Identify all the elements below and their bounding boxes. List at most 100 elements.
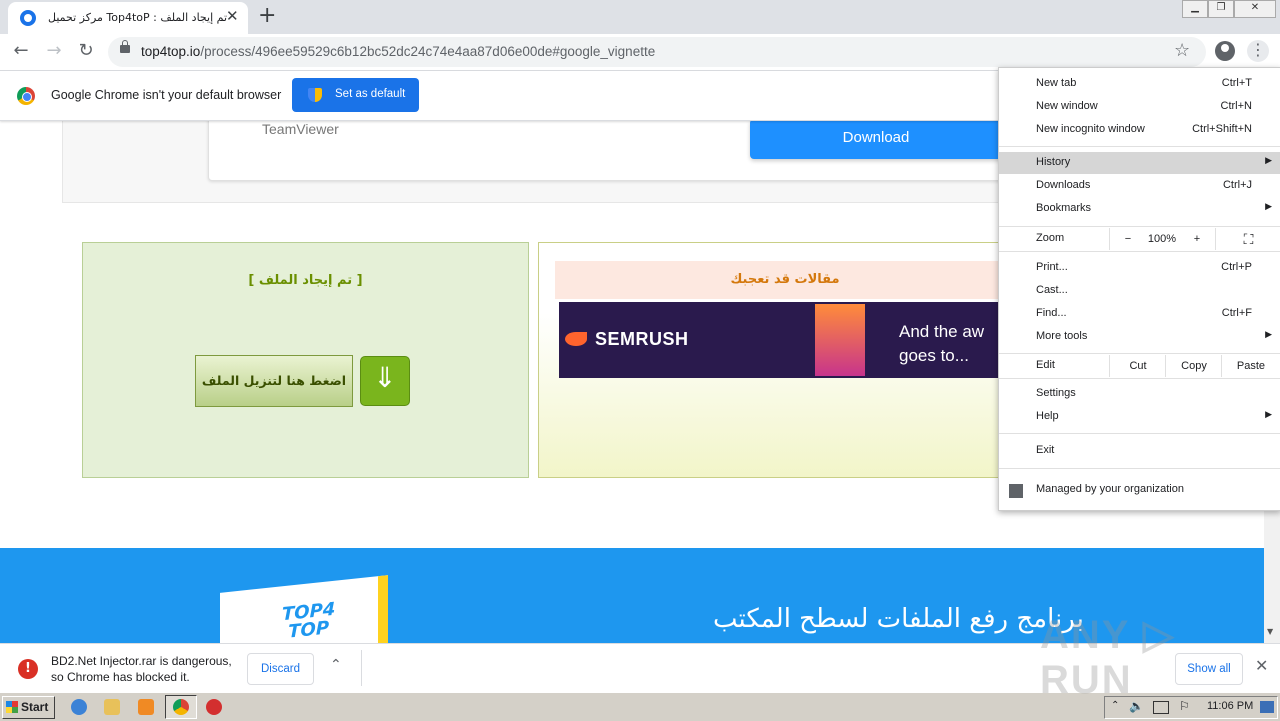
menu-new-tab[interactable]: New tab Ctrl+T	[999, 73, 1280, 95]
copy-button[interactable]: Copy	[1165, 355, 1222, 377]
start-label: Start	[21, 700, 49, 714]
browser-toolbar: ← → ↻ top4top.io/process/496ee59529c6b12…	[0, 34, 1280, 71]
submenu-arrow-icon: ▶	[1265, 201, 1272, 211]
file-found-panel: [ تم إيجاد الملف ] اضغط هنا لتنزيل الملف	[82, 242, 529, 478]
menu-settings-label: Settings	[1036, 387, 1076, 399]
menu-settings[interactable]: Settings	[999, 383, 1280, 405]
menu-help[interactable]: Help ▶	[999, 406, 1280, 428]
menu-history[interactable]: History ▶	[999, 152, 1280, 174]
award-box-image	[815, 304, 865, 376]
tab-title: مركز تحميل Top4toP : تم إيجاد الملف	[48, 11, 228, 24]
menu-separator	[999, 226, 1280, 227]
file-found-title: [ تم إيجاد الملف ]	[248, 273, 363, 288]
url-text: top4top.io/process/496ee59529c6b12bc52dc…	[141, 44, 655, 59]
menu-managed[interactable]: Managed by your organization	[999, 479, 1280, 501]
menu-managed-label: Managed by your organization	[1036, 483, 1184, 495]
paste-button[interactable]: Paste	[1221, 355, 1280, 377]
menu-cast[interactable]: Cast...	[999, 280, 1280, 302]
forward-button[interactable]: →	[42, 40, 66, 61]
menu-new-incognito-shortcut: Ctrl+Shift+N	[1192, 123, 1252, 135]
click-to-download-button[interactable]: اضغط هنا لتنزيل الملف	[195, 355, 353, 407]
menu-new-incognito-label: New incognito window	[1036, 123, 1145, 135]
tab-active[interactable]: مركز تحميل Top4toP : تم إيجاد الملف ✕	[8, 2, 248, 34]
infobar-message: Google Chrome isn't your default browser	[51, 88, 282, 102]
folder-icon[interactable]	[104, 699, 120, 715]
set-as-default-button[interactable]: Set as default	[292, 78, 419, 112]
download-button[interactable]: Download	[750, 121, 1002, 159]
cut-button[interactable]: Cut	[1109, 355, 1166, 377]
minimize-button[interactable]: ▁	[1182, 0, 1208, 18]
close-window-button[interactable]: ✕	[1234, 0, 1276, 18]
zoom-in-button[interactable]: +	[1179, 228, 1215, 250]
menu-print[interactable]: Print... Ctrl+P	[999, 257, 1280, 279]
menu-new-incognito[interactable]: New incognito window Ctrl+Shift+N	[999, 119, 1280, 141]
articles-title: مقالات قد تعجبك	[555, 261, 1015, 299]
semrush-ad-banner[interactable]: SEMRUSH And the aw goes to...	[559, 302, 1009, 378]
menu-separator	[999, 468, 1280, 469]
chevron-up-icon[interactable]: ⌃	[330, 657, 342, 673]
menu-new-window-shortcut: Ctrl+N	[1220, 100, 1252, 112]
zoom-out-button[interactable]: −	[1109, 228, 1146, 250]
internet-explorer-icon[interactable]	[71, 699, 87, 715]
menu-bookmarks[interactable]: Bookmarks ▶	[999, 198, 1280, 220]
menu-exit-label: Exit	[1036, 444, 1055, 456]
discard-button[interactable]: Discard	[247, 653, 314, 685]
windows-logo-icon	[6, 701, 18, 713]
bookmark-star-icon[interactable]: ☆	[1174, 40, 1190, 61]
address-bar[interactable]: top4top.io/process/496ee59529c6b12bc52dc…	[108, 37, 1206, 67]
articles-panel: مقالات قد تعجبك SEMRUSH And the aw goes …	[538, 242, 1015, 478]
menu-find-label: Find...	[1036, 307, 1067, 319]
chrome-taskbar-button[interactable]	[165, 695, 197, 719]
menu-separator	[999, 353, 1280, 354]
lock-icon[interactable]	[120, 40, 130, 53]
menu-new-window[interactable]: New window Ctrl+N	[999, 96, 1280, 118]
tab-close-icon[interactable]: ✕	[226, 7, 239, 25]
desktop-app-title: برنامج رفع الملفات لسطح المكتب	[713, 604, 1084, 634]
tab-strip: مركز تحميل Top4toP : تم إيجاد الملف ✕ + …	[0, 0, 1280, 34]
back-button[interactable]: ←	[9, 40, 33, 61]
menu-new-tab-label: New tab	[1036, 77, 1077, 89]
profile-icon[interactable]	[1215, 41, 1235, 61]
ad-line-2: goes to...	[899, 346, 969, 365]
menu-more-tools[interactable]: More tools ▶	[999, 326, 1280, 348]
menu-exit[interactable]: Exit	[999, 440, 1280, 462]
menu-separator	[999, 146, 1280, 147]
start-button[interactable]: Start	[2, 696, 55, 719]
menu-zoom: Zoom − 100% + ⛶	[999, 228, 1280, 250]
restore-button[interactable]: ❐	[1208, 0, 1234, 18]
danger-icon: !	[18, 659, 38, 679]
download-arrow-icon[interactable]	[360, 356, 410, 406]
logo-line-2: TOP	[288, 617, 330, 643]
menu-separator	[999, 251, 1280, 252]
submenu-arrow-icon: ▶	[1265, 155, 1272, 165]
chrome-menu-icon[interactable]: ⋮	[1247, 40, 1269, 62]
media-player-icon[interactable]	[138, 699, 154, 715]
menu-history-label: History	[1036, 156, 1071, 168]
teamviewer-label: TeamViewer	[262, 121, 339, 137]
menu-edit-label: Edit	[1036, 359, 1055, 371]
menu-more-tools-label: More tools	[1036, 330, 1088, 342]
menu-help-label: Help	[1036, 410, 1059, 422]
top4top-logo-text: TOP4 TOP	[282, 599, 335, 643]
submenu-arrow-icon: ▶	[1265, 329, 1272, 339]
menu-new-tab-shortcut: Ctrl+T	[1221, 77, 1252, 89]
menu-find[interactable]: Find... Ctrl+F	[999, 303, 1280, 325]
ad-text: And the aw goes to...	[899, 320, 984, 368]
semrush-logo: SEMRUSH	[595, 329, 689, 349]
menu-bookmarks-label: Bookmarks	[1036, 202, 1092, 214]
menu-downloads-label: Downloads	[1036, 179, 1091, 191]
ad-line-1: And the aw	[899, 322, 985, 341]
chrome-main-menu: New tab Ctrl+T New window Ctrl+N New incog…	[998, 67, 1280, 511]
zoom-level: 100%	[1147, 233, 1177, 245]
antivirus-icon[interactable]	[206, 699, 222, 715]
set-as-default-label: Set as default	[335, 88, 406, 100]
top4top-logo: TOP4 TOP	[220, 575, 388, 643]
shield-icon	[308, 88, 322, 102]
anyrun-watermark: ANY ▷ RUN	[1040, 613, 1176, 702]
menu-new-window-label: New window	[1036, 100, 1098, 112]
menu-downloads[interactable]: Downloads Ctrl+J	[999, 175, 1280, 197]
menu-separator	[999, 433, 1280, 434]
new-tab-button[interactable]: +	[258, 3, 276, 28]
reload-button[interactable]: ↻	[74, 40, 98, 61]
fullscreen-icon[interactable]: ⛶	[1215, 228, 1280, 250]
